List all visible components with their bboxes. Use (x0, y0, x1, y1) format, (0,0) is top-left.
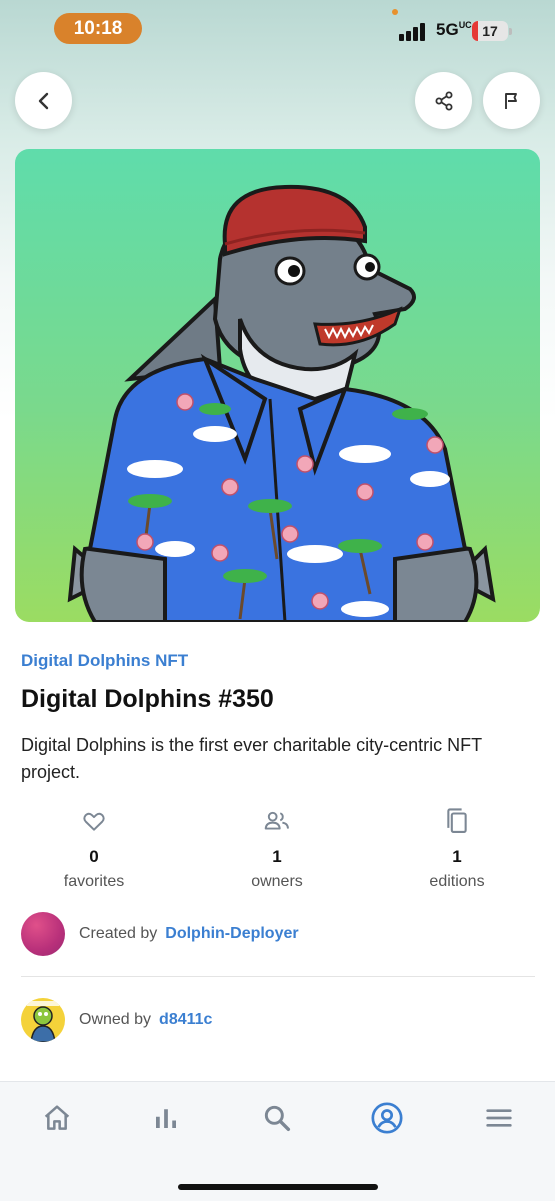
people-icon (264, 811, 289, 830)
creator-name[interactable]: Dolphin-Deployer (165, 925, 298, 943)
nav-search[interactable] (257, 1098, 297, 1138)
editions-label: editions (429, 873, 485, 890)
signal-icon (399, 21, 431, 41)
network-indicator: 5GUC (436, 20, 472, 40)
nft-image[interactable] (15, 149, 540, 622)
back-button[interactable] (15, 72, 72, 129)
heart-icon (83, 812, 105, 831)
flag-icon (504, 92, 517, 109)
nft-description: Digital Dolphins is the first ever chari… (21, 735, 482, 782)
battery-level: 17 (482, 23, 498, 39)
collection-link[interactable]: Digital Dolphins NFT (21, 651, 188, 671)
owners-label: owners (251, 873, 303, 890)
owners-count: 1 (272, 847, 282, 866)
privacy-indicator-dot (392, 9, 398, 15)
owner-prefix: Owned by (79, 1011, 152, 1028)
menu-icon (486, 1109, 512, 1127)
creator-prefix: Created by (79, 925, 158, 942)
divider (21, 976, 535, 977)
owner-avatar (21, 998, 65, 1042)
stats-icon (156, 1109, 176, 1128)
owner-avatar-image (21, 998, 65, 1042)
nav-stats[interactable] (146, 1098, 186, 1138)
status-time: 10:18 (54, 13, 142, 44)
chevron-left-icon (38, 92, 48, 109)
nav-profile[interactable] (367, 1098, 407, 1138)
search-icon (264, 1105, 291, 1132)
home-indicator (178, 1184, 378, 1190)
owner-name[interactable]: d8411c (159, 1011, 212, 1029)
stat-owners[interactable]: 1 owners (217, 805, 337, 891)
creator-row[interactable]: Created by Dolphin-Deployer (21, 912, 299, 956)
creator-avatar (21, 912, 65, 956)
nav-menu[interactable] (479, 1098, 519, 1138)
dolphin-artwork (67, 184, 496, 622)
copy-icon (447, 808, 467, 833)
stat-favorites[interactable]: 0 favorites (34, 805, 154, 891)
editions-count: 1 (452, 847, 462, 866)
network-sup: UC (458, 20, 472, 30)
profile-icon (371, 1102, 403, 1134)
report-button[interactable] (483, 72, 540, 129)
bottom-nav (0, 1081, 555, 1201)
favorites-label: favorites (63, 873, 125, 890)
stat-editions[interactable]: 1 editions (397, 805, 517, 891)
share-button[interactable] (415, 72, 472, 129)
favorites-count: 0 (89, 847, 99, 866)
share-icon (435, 91, 452, 110)
battery-cap (509, 28, 512, 35)
network-type: 5G (436, 20, 459, 39)
nav-home[interactable] (37, 1098, 77, 1138)
home-icon (44, 1105, 70, 1130)
owner-row[interactable]: Owned by d8411c (21, 998, 212, 1042)
nft-title: Digital Dolphins #350 (21, 685, 274, 713)
battery-icon: 17 (472, 21, 508, 41)
